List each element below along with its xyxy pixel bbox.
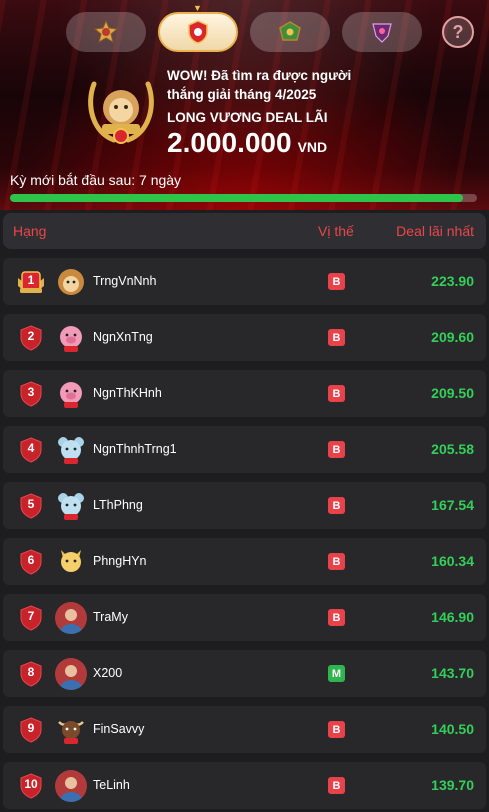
lion-trophy-icon (88, 81, 154, 144)
username[interactable]: TrngVnNnh (93, 274, 156, 288)
period-progress-fill (10, 194, 463, 202)
position-badge: B (328, 329, 345, 346)
tab-medal[interactable] (66, 12, 146, 52)
best-deal-value: 140.50 (431, 721, 474, 737)
winner-line-2: thắng giải tháng 4/2025 (167, 87, 317, 102)
username[interactable]: X200 (93, 666, 122, 680)
best-deal-value: 160.34 (431, 553, 474, 569)
rank-number: 5 (27, 497, 35, 511)
cat-avatar[interactable] (55, 546, 87, 578)
lion-avatar[interactable] (55, 266, 87, 298)
rank-number: 8 (27, 665, 35, 679)
best-deal-value: 223.90 (431, 273, 474, 289)
position-badge: B (328, 273, 345, 290)
rank-number: 6 (27, 553, 35, 567)
rank-number: 3 (27, 385, 35, 399)
help-label: ? (452, 21, 464, 42)
tab-shield[interactable] (158, 12, 238, 52)
best-deal-value: 209.50 (431, 385, 474, 401)
col-position-header: Vị thế (318, 223, 354, 239)
help-button[interactable]: ? (442, 16, 474, 48)
position-badge: B (328, 553, 345, 570)
crest-icon (372, 23, 392, 43)
leaderboard-list: 1 TrngVnNnh B 223.90 2 NgnXnTng B 209.60 3 NgnThK… (3, 258, 486, 812)
buffalo-avatar[interactable] (55, 714, 87, 746)
leaderboard-header: Hạng Vị thế Deal lãi nhất (3, 213, 486, 249)
leaderboard-row[interactable]: 8 X200 M 143.70 (3, 650, 486, 697)
pig-avatar[interactable] (55, 322, 87, 354)
username[interactable]: NgnThnhTrng1 (93, 442, 177, 456)
rank-number: 10 (24, 777, 38, 791)
dragon-icon (279, 21, 301, 41)
medal-icon (94, 20, 118, 44)
shield-icon (188, 20, 208, 44)
prize-currency: VND (297, 139, 328, 155)
best-deal-value: 143.70 (431, 665, 474, 681)
leaderboard-row[interactable]: 3 NgnThKHnh B 209.50 (3, 370, 486, 417)
rank-number: 2 (27, 329, 35, 343)
username[interactable]: LThPhng (93, 498, 143, 512)
position-badge: M (328, 665, 345, 682)
username[interactable]: NgnXnTng (93, 330, 153, 344)
winner-announcement: WOW! Đã tìm ra được người thắng giải thá… (167, 66, 467, 159)
rank-number: 1 (27, 273, 35, 287)
tab-dragon[interactable] (250, 12, 330, 52)
position-badge: B (328, 721, 345, 738)
league-tabs (66, 12, 476, 52)
position-badge: B (328, 777, 345, 794)
username[interactable]: TeLinh (93, 778, 130, 792)
leaderboard-row[interactable]: 4 NgnThnhTrng1 B 205.58 (3, 426, 486, 473)
position-badge: B (328, 441, 345, 458)
best-deal-value: 205.58 (431, 441, 474, 457)
best-deal-value: 209.60 (431, 329, 474, 345)
photo-avatar[interactable] (55, 602, 87, 634)
username[interactable]: TraMy (93, 610, 128, 624)
mouse-avatar[interactable] (55, 434, 87, 466)
leaderboard-row[interactable]: 9 FinSavvy B 140.50 (3, 706, 486, 753)
leaderboard-row[interactable]: 5 LThPhng B 167.54 (3, 482, 486, 529)
mouse-avatar[interactable] (55, 490, 87, 522)
col-rank-header: Hạng (13, 223, 47, 239)
photo-avatar[interactable] (55, 770, 87, 802)
leaderboard-row[interactable]: 1 TrngVnNnh B 223.90 (3, 258, 486, 305)
rank-number: 7 (27, 609, 35, 623)
best-deal-value: 139.70 (431, 777, 474, 793)
leaderboard-row[interactable]: 2 NgnXnTng B 209.60 (3, 314, 486, 361)
position-badge: B (328, 609, 345, 626)
col-deal-header: Deal lãi nhất (396, 223, 474, 239)
tab-crest[interactable] (342, 12, 422, 52)
position-badge: B (328, 497, 345, 514)
leaderboard-row[interactable]: 6 PhngHYn B 160.34 (3, 538, 486, 585)
photo-avatar[interactable] (55, 658, 87, 690)
position-badge: B (328, 385, 345, 402)
prize-amount-row: 2.000.000 VND (167, 127, 467, 159)
prize-amount: 2.000.000 (167, 127, 292, 158)
leaderboard-row[interactable]: 7 TraMy B 146.90 (3, 594, 486, 641)
rank-number: 4 (27, 441, 35, 455)
username[interactable]: NgnThKHnh (93, 386, 162, 400)
period-countdown: Kỳ mới bắt đầu sau: 7 ngày (10, 172, 182, 188)
prize-name: LONG VƯƠNG DEAL LÃI (167, 110, 328, 125)
winner-line-1: WOW! Đã tìm ra được người (167, 68, 352, 83)
period-progress-bar (10, 194, 477, 202)
leaderboard-row[interactable]: 10 TeLinh B 139.70 (3, 762, 486, 809)
rank-number: 9 (27, 721, 35, 735)
winner-banner: ▼ ? WOW! Đã tìm ra được người thắng giải… (0, 0, 489, 210)
best-deal-value: 146.90 (431, 609, 474, 625)
username[interactable]: FinSavvy (93, 722, 144, 736)
username[interactable]: PhngHYn (93, 554, 147, 568)
pig-avatar[interactable] (55, 378, 87, 410)
best-deal-value: 167.54 (431, 497, 474, 513)
